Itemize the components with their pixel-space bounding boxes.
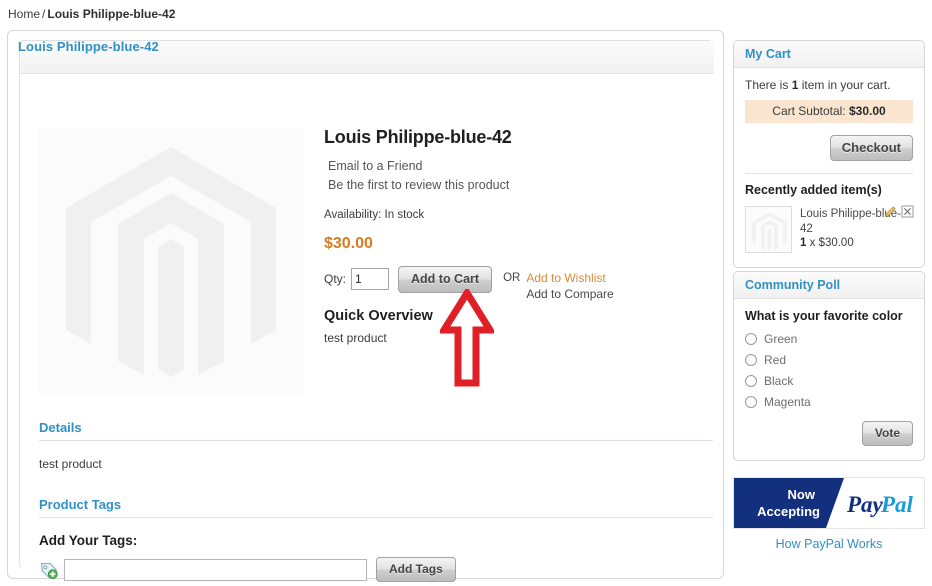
- recently-added-title: Recently added item(s): [745, 183, 882, 197]
- product-page: Home / Louis Philippe-blue-42 Louis Philip…: [0, 0, 932, 586]
- availability-row: Availability: In stock: [324, 209, 714, 221]
- radio-icon[interactable]: [745, 354, 757, 366]
- radio-icon[interactable]: [745, 375, 757, 387]
- breadcrumb-separator: /: [42, 7, 46, 21]
- add-to-cart-row: Qty: Add to Cart OR Add to Wishlist Add …: [324, 266, 714, 302]
- add-to-cart-button[interactable]: Add to Cart: [398, 266, 493, 293]
- details-heading: Details: [39, 420, 713, 441]
- details-section: Details test product: [39, 420, 713, 471]
- qty-label: Qty:: [324, 272, 347, 286]
- svg-text:Now: Now: [788, 487, 816, 502]
- community-poll-title: Community Poll: [734, 272, 924, 299]
- svg-text:Pal: Pal: [880, 492, 914, 517]
- tag-input[interactable]: [64, 558, 367, 581]
- review-product-link[interactable]: Be the first to review this product: [328, 178, 509, 192]
- product-tags-section: Product Tags Add Your Tags: Add Tags Use…: [39, 497, 713, 586]
- product-name: Louis Philippe-blue-42: [324, 127, 512, 147]
- breadcrumb-current: Louis Philippe-blue-42: [47, 7, 176, 21]
- poll-option-label: Red: [764, 353, 787, 367]
- quick-overview-text: test product: [324, 331, 387, 345]
- cart-item-thumbnail[interactable]: [745, 206, 792, 253]
- checkout-button-wrap: Checkout: [745, 135, 913, 173]
- product-image-placeholder[interactable]: [38, 129, 304, 394]
- add-to-wishlist-link[interactable]: Add to Wishlist: [526, 270, 613, 286]
- product-price: $30.00: [324, 235, 373, 252]
- cart-count-prefix: There is: [745, 78, 792, 92]
- add-your-tags-label: Add Your Tags:: [39, 533, 138, 548]
- add-to-compare-link[interactable]: Add to Compare: [526, 286, 613, 302]
- poll-option-label: Magenta: [764, 395, 811, 409]
- tag-input-row: Add Tags: [39, 557, 713, 582]
- breadcrumb-home-link[interactable]: Home: [8, 7, 40, 21]
- availability-label: Availability:: [324, 209, 382, 221]
- poll-option-green[interactable]: Green: [745, 332, 913, 346]
- cart-item-actions: [884, 205, 914, 218]
- cart-count-suffix: item in your cart.: [798, 78, 891, 92]
- add-tags-button[interactable]: Add Tags: [376, 557, 456, 582]
- alt-actions: Add to Wishlist Add to Compare: [526, 266, 613, 302]
- or-separator-label: OR: [503, 272, 521, 284]
- poll-option-red[interactable]: Red: [745, 353, 913, 367]
- magento-placeholder-icon: [66, 147, 276, 377]
- poll-option-black[interactable]: Black: [745, 374, 913, 388]
- edit-pencil-icon[interactable]: [884, 205, 897, 218]
- cart-subtotal-value: $30.00: [849, 104, 886, 118]
- how-paypal-works-link[interactable]: How PayPal Works: [733, 537, 925, 551]
- quick-overview-section: Quick Overview test product: [324, 308, 684, 345]
- paypal-logo-icon: Now Accepting Pay Pal: [734, 478, 924, 528]
- cart-item-count-text: There is 1 item in your cart.: [745, 78, 913, 92]
- checkout-button[interactable]: Checkout: [829, 135, 913, 161]
- breadcrumb: Home / Louis Philippe-blue-42: [8, 7, 175, 21]
- my-cart-body: There is 1 item in your cart. Cart Subto…: [734, 68, 924, 264]
- product-review-link-row: Be the first to review this product: [328, 176, 714, 195]
- details-body: test product: [39, 457, 102, 471]
- poll-option-label: Green: [764, 332, 798, 346]
- svg-text:Accepting: Accepting: [757, 504, 820, 519]
- paypal-banner[interactable]: Now Accepting Pay Pal: [733, 477, 925, 529]
- my-cart-block: My Cart There is 1 item in your cart. Ca…: [733, 40, 925, 268]
- product-secondary-links: Email to a Friend: [328, 157, 714, 176]
- page-title: Louis Philippe-blue-42: [18, 39, 159, 54]
- cart-item-meta: Louis Philippe-blue-42 1 x $30.00: [800, 205, 914, 253]
- svg-text:Pay: Pay: [846, 492, 884, 517]
- cart-item-qty-price: 1 x $30.00: [800, 237, 913, 249]
- cart-subtotal-bar: Cart Subtotal: $30.00: [745, 100, 913, 123]
- remove-item-close-icon[interactable]: [901, 205, 914, 218]
- availability-value: In stock: [384, 209, 425, 221]
- product-main-panel: Louis Philippe-blue-42 Louis Philippe-bl…: [7, 30, 724, 582]
- qty-input[interactable]: [351, 268, 390, 290]
- community-poll-body: What is your favorite color Green Red Bl…: [734, 299, 924, 457]
- community-poll-block: Community Poll What is your favorite col…: [733, 271, 925, 461]
- email-to-friend-link[interactable]: Email to a Friend: [328, 159, 422, 173]
- cart-line-item: Louis Philippe-blue-42 1 x $30.00: [745, 205, 914, 253]
- vote-button[interactable]: Vote: [861, 421, 913, 446]
- my-cart-title: My Cart: [734, 41, 924, 68]
- vote-button-wrap: Vote: [745, 421, 913, 446]
- poll-question: What is your favorite color: [745, 309, 903, 323]
- tag-add-icon: [40, 562, 58, 579]
- cart-divider: [745, 173, 913, 174]
- product-info-column: Louis Philippe-blue-42 Email to a Friend…: [324, 127, 714, 302]
- cart-item-price: $30.00: [818, 237, 854, 249]
- product-tags-heading: Product Tags: [39, 497, 713, 518]
- magento-placeholder-icon: [752, 212, 787, 251]
- poll-option-magenta[interactable]: Magenta: [745, 395, 913, 409]
- radio-icon[interactable]: [745, 396, 757, 408]
- radio-icon[interactable]: [745, 333, 757, 345]
- quick-overview-title: Quick Overview: [324, 308, 433, 324]
- cart-item-qty-separator: x: [806, 237, 819, 249]
- paypal-block: Now Accepting Pay Pal How PayPal Works: [733, 477, 925, 551]
- poll-option-label: Black: [764, 374, 794, 388]
- cart-subtotal-label: Cart Subtotal:: [772, 104, 846, 118]
